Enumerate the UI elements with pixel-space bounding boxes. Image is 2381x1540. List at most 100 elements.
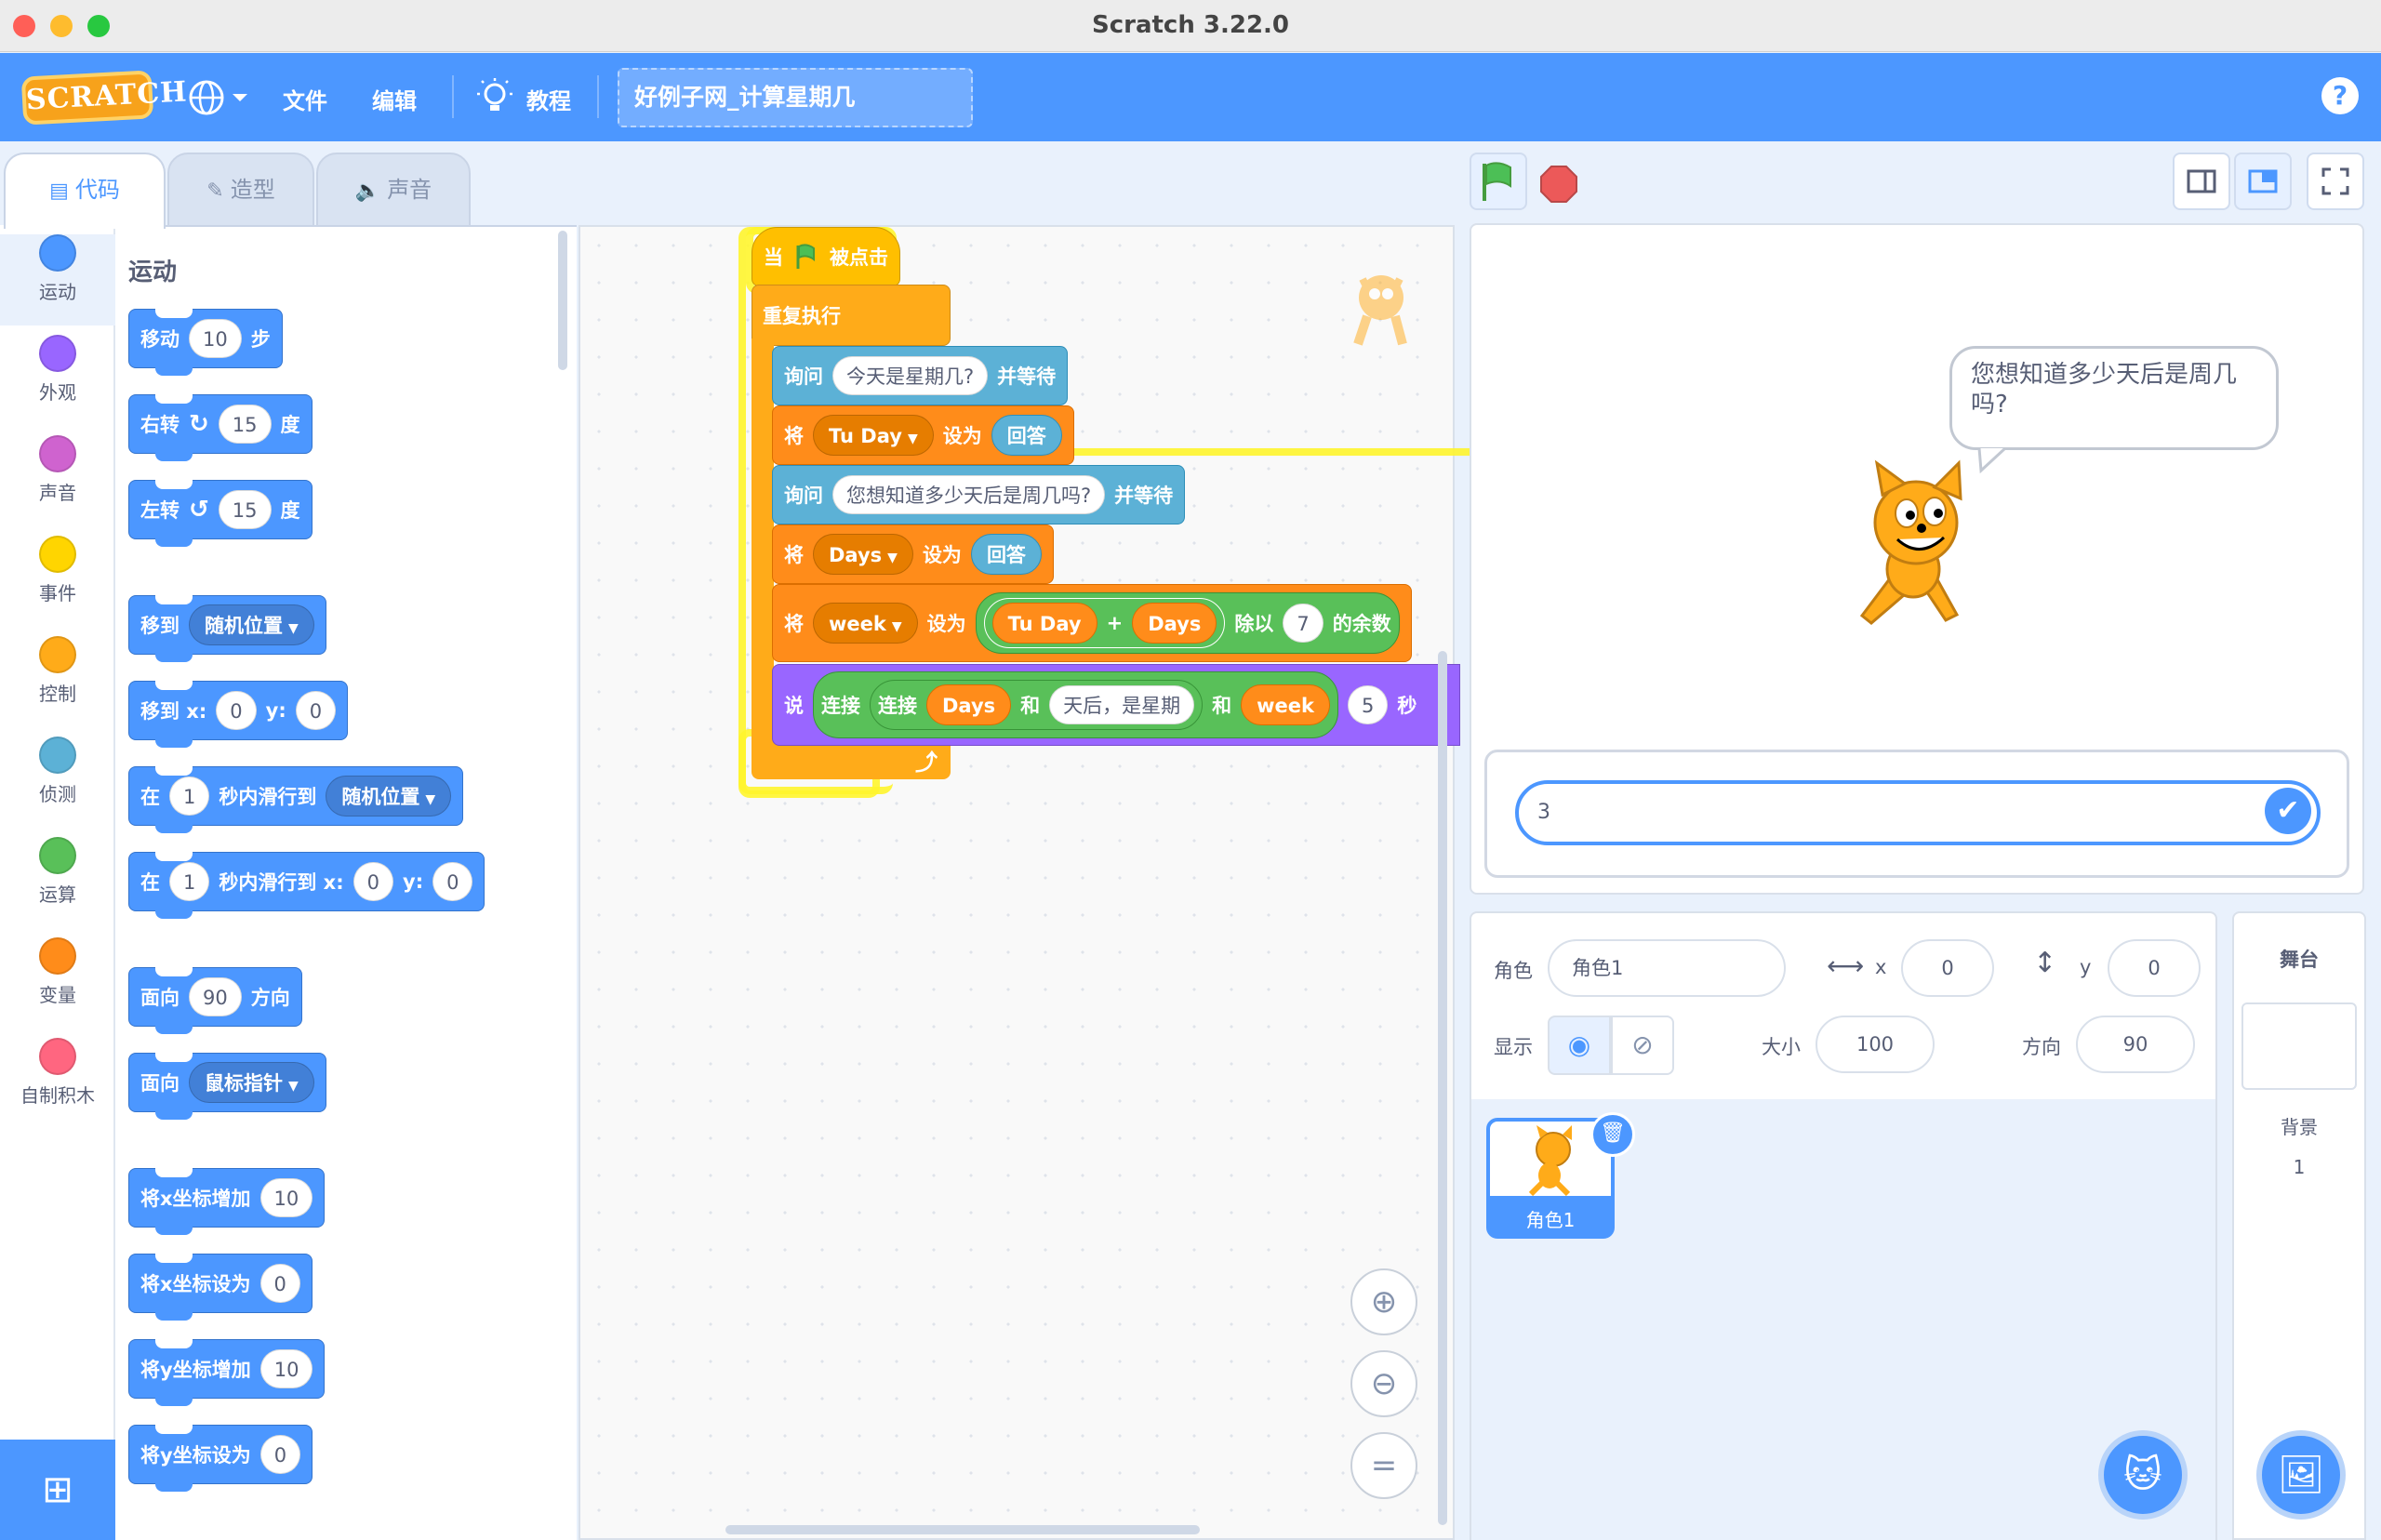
cat-sprite-icon[interactable]: [1825, 458, 2011, 644]
category-1[interactable]: 外观: [0, 335, 115, 426]
category-2[interactable]: 声音: [0, 435, 115, 526]
y-input[interactable]: 0: [432, 862, 473, 901]
direction-input[interactable]: 90: [189, 977, 242, 1016]
y-input[interactable]: 0: [2108, 939, 2201, 997]
change-x-block[interactable]: 将x坐标增加 10: [128, 1168, 326, 1235]
steps-input[interactable]: 10: [189, 319, 242, 358]
green-flag-button[interactable]: [1470, 153, 1527, 210]
tab-sounds[interactable]: 🔈 声音: [316, 153, 471, 227]
delete-sprite-button[interactable]: 🗑: [1590, 1112, 1635, 1157]
category-0[interactable]: 运动: [0, 234, 115, 325]
x-input[interactable]: 0: [1901, 939, 1994, 997]
category-8[interactable]: 自制积木: [0, 1038, 115, 1129]
x-input[interactable]: 0: [216, 691, 257, 730]
goto-target-dropdown[interactable]: 随机位置 ▼: [189, 604, 314, 645]
set-variable-block[interactable]: 将 Days ▼ 设为 回答: [772, 524, 1054, 584]
choose-sprite-button[interactable]: 🐱: [2098, 1430, 2188, 1520]
language-menu[interactable]: [186, 77, 251, 118]
answer-reporter[interactable]: 回答: [970, 534, 1042, 575]
value-input[interactable]: 10: [259, 1178, 313, 1217]
zoom-out-button[interactable]: ⊖: [1350, 1350, 1417, 1417]
value-input[interactable]: 10: [259, 1349, 313, 1388]
variable-reporter[interactable]: Days: [926, 684, 1012, 725]
ask-and-wait-block[interactable]: 询问 今天是星期几? 并等待: [772, 346, 1069, 405]
seconds-input[interactable]: 5: [1348, 685, 1389, 724]
turn-right-block[interactable]: 右转 ↻ 15 度: [128, 394, 313, 461]
point-towards-block[interactable]: 面向 鼠标指针 ▼: [128, 1053, 326, 1120]
join-operator[interactable]: 连接 连接 Days 和 天后，是星期 和 week: [813, 671, 1339, 738]
sprite-thumbnail[interactable]: 角色1 🗑: [1486, 1112, 1635, 1239]
submit-answer-button[interactable]: ✔: [2265, 788, 2311, 834]
category-7[interactable]: 变量: [0, 937, 115, 1029]
hide-sprite-button[interactable]: ⊘: [1611, 1016, 1674, 1075]
seconds-input[interactable]: 1: [169, 777, 210, 816]
fullscreen-button[interactable]: [2307, 153, 2364, 210]
answer-input[interactable]: 3: [1515, 780, 2321, 845]
variable-reporter[interactable]: week: [1241, 684, 1331, 725]
workspace-vertical-scrollbar[interactable]: [1438, 651, 1447, 1525]
variable-dropdown[interactable]: Days ▼: [813, 534, 913, 575]
change-y-block[interactable]: 将y坐标增加 10: [128, 1339, 326, 1406]
question-input[interactable]: 今天是星期几?: [832, 356, 989, 395]
variable-dropdown[interactable]: Tu Day ▼: [813, 415, 934, 456]
choose-backdrop-button[interactable]: 🖼: [2256, 1430, 2346, 1520]
tab-code[interactable]: ▤ 代码: [4, 153, 166, 229]
goto-block[interactable]: 移到 随机位置 ▼: [128, 595, 326, 662]
answer-reporter[interactable]: 回答: [991, 415, 1062, 456]
glide-block[interactable]: 在 1 秒内滑行到 随机位置 ▼: [128, 766, 464, 833]
file-menu[interactable]: 文件: [283, 83, 327, 115]
sprite-name-input[interactable]: 角色1: [1548, 939, 1786, 997]
direction-input[interactable]: 90: [2076, 1016, 2195, 1073]
help-button[interactable]: ?: [2321, 77, 2359, 114]
variable-reporter[interactable]: Tu Day: [991, 603, 1097, 644]
project-title-input[interactable]: 好例子网_计算星期几: [618, 68, 973, 127]
towards-dropdown[interactable]: 鼠标指针 ▼: [189, 1062, 314, 1103]
point-direction-block[interactable]: 面向 90 方向: [128, 967, 302, 1034]
variable-reporter[interactable]: Days: [1132, 603, 1217, 644]
set-variable-block[interactable]: 将 Tu Day ▼ 设为 回答: [772, 405, 1074, 465]
value-input[interactable]: 0: [259, 1435, 301, 1474]
degrees-input[interactable]: 15: [218, 490, 272, 529]
small-stage-button[interactable]: [2173, 153, 2230, 210]
zoom-reset-button[interactable]: =: [1350, 1432, 1417, 1499]
category-6[interactable]: 运算: [0, 837, 115, 928]
stop-icon[interactable]: [1540, 166, 1577, 203]
mod-operator[interactable]: Tu Day + Days 除以 7 的余数: [975, 592, 1400, 654]
workspace-horizontal-scrollbar[interactable]: [725, 1525, 1200, 1534]
add-extension-button[interactable]: ⊞: [0, 1440, 115, 1540]
turn-left-block[interactable]: 左转 ↺ 15 度: [128, 480, 313, 547]
category-4[interactable]: 控制: [0, 636, 115, 727]
degrees-input[interactable]: 15: [218, 405, 272, 444]
zoom-in-button[interactable]: ⊕: [1350, 1268, 1417, 1335]
goto-xy-block[interactable]: 移到 x: 0 y: 0: [128, 681, 349, 748]
category-3[interactable]: 事件: [0, 536, 115, 627]
seconds-input[interactable]: 1: [169, 862, 210, 901]
stage-canvas[interactable]: 您想知道多少天后是周几吗? 3 ✔: [1470, 223, 2364, 895]
y-input[interactable]: 0: [295, 691, 337, 730]
move-steps-block[interactable]: 移动 10 步: [128, 309, 283, 376]
set-variable-block[interactable]: 将 week ▼ 设为 Tu Day + Days 除以 7 的余数: [772, 584, 1412, 662]
palette-scrollbar[interactable]: [558, 231, 567, 370]
set-x-block[interactable]: 将x坐标设为 0: [128, 1254, 313, 1321]
value-input[interactable]: 0: [259, 1264, 300, 1303]
tutorials-menu[interactable]: 教程: [526, 83, 571, 115]
x-input[interactable]: 0: [352, 862, 394, 901]
question-input[interactable]: 您想知道多少天后是周几吗?: [832, 475, 1106, 514]
glide-target-dropdown[interactable]: 随机位置 ▼: [326, 776, 452, 816]
code-workspace[interactable]: 当 被点击 重复执行 ⤴ 询问 今天是星期几? 并等待 将 Tu Day ▼ 设为…: [579, 225, 1793, 1540]
text-input[interactable]: 天后，是星期: [1049, 685, 1195, 724]
show-sprite-button[interactable]: ◉: [1548, 1016, 1611, 1075]
backdrop-thumbnail[interactable]: [2241, 1002, 2357, 1090]
divisor-input[interactable]: 7: [1283, 604, 1324, 643]
add-operator[interactable]: Tu Day + Days: [983, 598, 1226, 648]
edit-menu[interactable]: 编辑: [372, 83, 417, 115]
ask-and-wait-block[interactable]: 询问 您想知道多少天后是周几吗? 并等待: [772, 465, 1186, 524]
category-5[interactable]: 侦测: [0, 737, 115, 828]
when-flag-clicked-block[interactable]: 当 被点击: [752, 227, 900, 286]
tab-costumes[interactable]: ✎ 造型: [167, 153, 314, 227]
join-operator[interactable]: 连接 Days 和 天后，是星期: [870, 680, 1204, 730]
set-y-block[interactable]: 将y坐标设为 0: [128, 1425, 313, 1492]
variable-dropdown[interactable]: week ▼: [813, 603, 918, 644]
normal-stage-button[interactable]: [2234, 153, 2292, 210]
scratch-logo[interactable]: SCRATCH: [20, 70, 188, 126]
